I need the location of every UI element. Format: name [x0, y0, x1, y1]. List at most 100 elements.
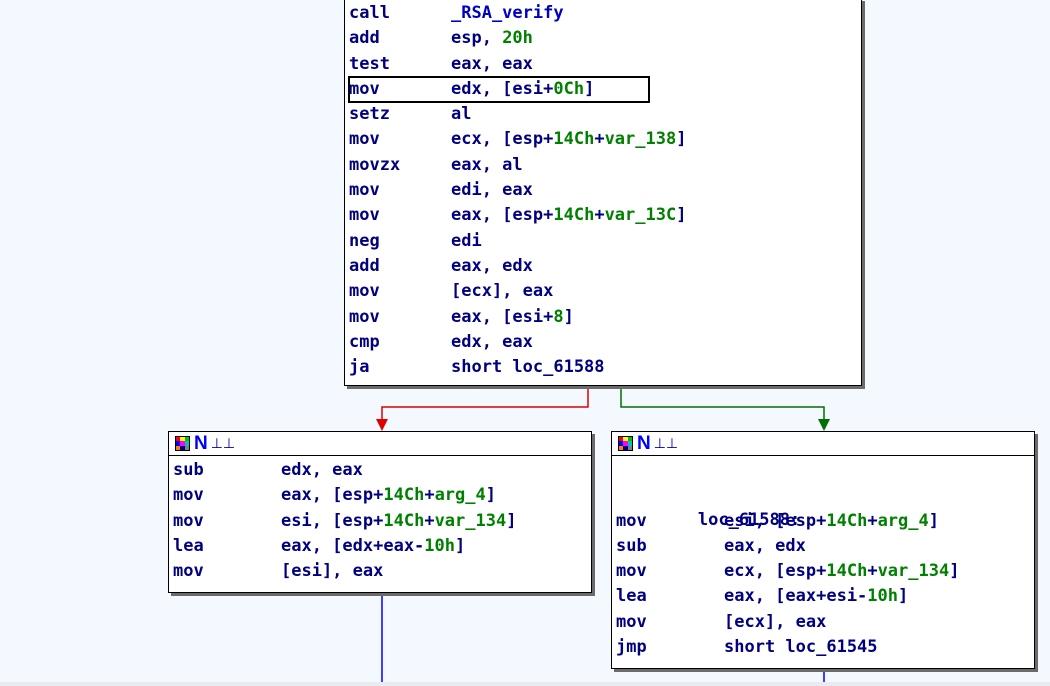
operand[interactable]: ]	[506, 511, 516, 531]
n-icon[interactable]: N	[194, 434, 208, 453]
operand[interactable]: edx, eax	[281, 460, 363, 480]
instruction-line[interactable]: cmp edx, eax	[349, 330, 861, 355]
operand-immediate[interactable]: var_138	[605, 129, 677, 149]
instruction-line[interactable]: mov ecx, [esp+14Ch+var_138]	[349, 127, 861, 152]
mnemonic[interactable]: jmp	[616, 635, 724, 660]
instruction-line[interactable]: neg edi	[349, 229, 861, 254]
instruction-line[interactable]: add esp, 20h	[349, 26, 861, 51]
operand[interactable]: ]	[676, 205, 686, 225]
mnemonic[interactable]: mov	[349, 279, 451, 304]
operand-immediate[interactable]: 14Ch	[553, 205, 594, 225]
instruction-line[interactable]: mov esi, [esp+14Ch+arg_4]	[616, 509, 1034, 534]
operand[interactable]: ]	[486, 485, 496, 505]
n-icon[interactable]: N	[637, 434, 651, 453]
instruction-line[interactable]: mov esi, [esp+14Ch+var_134]	[173, 509, 591, 534]
instruction-line[interactable]: mov [ecx], eax	[616, 610, 1034, 635]
operand[interactable]: +	[594, 129, 604, 149]
operand[interactable]: [esi], eax	[281, 561, 383, 581]
operand-immediate[interactable]: 10h	[867, 586, 898, 606]
instruction-line[interactable]: jmp short loc_61545	[616, 635, 1034, 660]
operand-immediate[interactable]: 0Ch	[553, 79, 584, 99]
operand[interactable]: eax, [esi+	[451, 307, 553, 327]
operand-function[interactable]: _RSA_verify	[451, 3, 564, 23]
color-grid-icon[interactable]	[618, 436, 633, 451]
instruction-line[interactable]: lea eax, [edx+eax-10h]	[173, 534, 591, 559]
mnemonic[interactable]: mov	[616, 509, 724, 534]
mnemonic[interactable]: mov	[349, 77, 451, 102]
code-block-fallthrough[interactable]: N ⊥⊥ sub edx, eax mov eax, [esp+14Ch+arg_4]…	[168, 431, 592, 593]
mnemonic[interactable]: add	[349, 254, 451, 279]
instruction-line[interactable]: setz al	[349, 102, 861, 127]
mnemonic[interactable]: call	[349, 1, 451, 26]
block-label[interactable]: loc_61588:	[616, 483, 1034, 530]
mnemonic[interactable]: mov	[616, 559, 724, 584]
mnemonic[interactable]: movzx	[349, 153, 451, 178]
operand-immediate[interactable]: 20h	[502, 28, 533, 48]
mnemonic[interactable]: neg	[349, 229, 451, 254]
mnemonic[interactable]: sub	[616, 534, 724, 559]
operand-immediate[interactable]: 14Ch	[826, 511, 867, 531]
operand[interactable]: eax, edx	[451, 256, 533, 276]
instruction-line[interactable]: mov [ecx], eax	[349, 279, 861, 304]
graph-view-icon[interactable]: ⊥⊥	[654, 436, 678, 452]
operand[interactable]: ecx, [esp+	[724, 561, 826, 581]
mnemonic[interactable]: mov	[349, 203, 451, 228]
instruction-line[interactable]: add eax, edx	[349, 254, 861, 279]
mnemonic[interactable]: mov	[173, 559, 281, 584]
operand[interactable]: ]	[949, 561, 959, 581]
edge-true-branch[interactable]	[620, 386, 825, 425]
operand[interactable]: ]	[898, 586, 908, 606]
operand[interactable]: esi, [esp+	[724, 511, 826, 531]
instruction-line[interactable]: mov edx, [esi+0Ch]	[348, 75, 650, 104]
operand[interactable]: eax, [edx+eax-	[281, 536, 424, 556]
color-grid-icon[interactable]	[175, 436, 190, 451]
instruction-line[interactable]: movzx eax, al	[349, 153, 861, 178]
mnemonic[interactable]: mov	[349, 127, 451, 152]
operand[interactable]: eax, eax	[451, 54, 533, 74]
mnemonic[interactable]: mov	[349, 178, 451, 203]
operand[interactable]: ecx, [esp+	[451, 129, 553, 149]
operand-immediate[interactable]: arg_4	[435, 485, 486, 505]
operand[interactable]: edx, [esi+	[451, 79, 553, 99]
operand-immediate[interactable]: 14Ch	[383, 511, 424, 531]
mnemonic[interactable]: mov	[173, 483, 281, 508]
operand[interactable]: short loc_61545	[724, 637, 878, 657]
mnemonic[interactable]: mov	[349, 305, 451, 330]
operand[interactable]: +	[424, 511, 434, 531]
operand-immediate[interactable]: var_134	[435, 511, 507, 531]
operand[interactable]: eax, edx	[724, 536, 806, 556]
graph-view-icon[interactable]: ⊥⊥	[211, 436, 235, 452]
operand[interactable]: ]	[929, 511, 939, 531]
operand-immediate[interactable]: 14Ch	[826, 561, 867, 581]
operand[interactable]: eax, [esp+	[451, 205, 553, 225]
mnemonic[interactable]: add	[349, 26, 451, 51]
mnemonic[interactable]: mov	[616, 610, 724, 635]
operand[interactable]: ]	[564, 307, 574, 327]
operand-immediate[interactable]: 10h	[424, 536, 455, 556]
operand-immediate[interactable]: var_134	[878, 561, 950, 581]
operand[interactable]: ]	[676, 129, 686, 149]
instruction-line[interactable]: mov edi, eax	[349, 178, 861, 203]
mnemonic[interactable]: mov	[173, 509, 281, 534]
mnemonic[interactable]: ja	[349, 355, 451, 380]
mnemonic[interactable]: sub	[173, 458, 281, 483]
instruction-line[interactable]: lea eax, [eax+esi-10h]	[616, 584, 1034, 609]
operand[interactable]: edi	[451, 231, 482, 251]
operand[interactable]: ]	[455, 536, 465, 556]
code-block-loc-61588[interactable]: N ⊥⊥ loc_61588: mov esi, [esp+14Ch+arg_4]…	[611, 431, 1035, 669]
operand[interactable]: +	[867, 511, 877, 531]
operand-immediate[interactable]: var_13C	[605, 205, 677, 225]
operand[interactable]: eax, [eax+esi-	[724, 586, 867, 606]
mnemonic[interactable]: lea	[173, 534, 281, 559]
operand[interactable]: ]	[584, 79, 594, 99]
instruction-line[interactable]: mov ecx, [esp+14Ch+var_134]	[616, 559, 1034, 584]
operand[interactable]: +	[594, 205, 604, 225]
mnemonic[interactable]: cmp	[349, 330, 451, 355]
operand[interactable]: al	[451, 104, 471, 124]
operand[interactable]: esi, [esp+	[281, 511, 383, 531]
operand[interactable]: eax, [esp+	[281, 485, 383, 505]
instruction-line[interactable]: sub edx, eax	[173, 458, 591, 483]
operand-immediate[interactable]: 8	[553, 307, 563, 327]
instruction-line[interactable]: mov eax, [esp+14Ch+arg_4]	[173, 483, 591, 508]
operand-immediate[interactable]: 14Ch	[553, 129, 594, 149]
